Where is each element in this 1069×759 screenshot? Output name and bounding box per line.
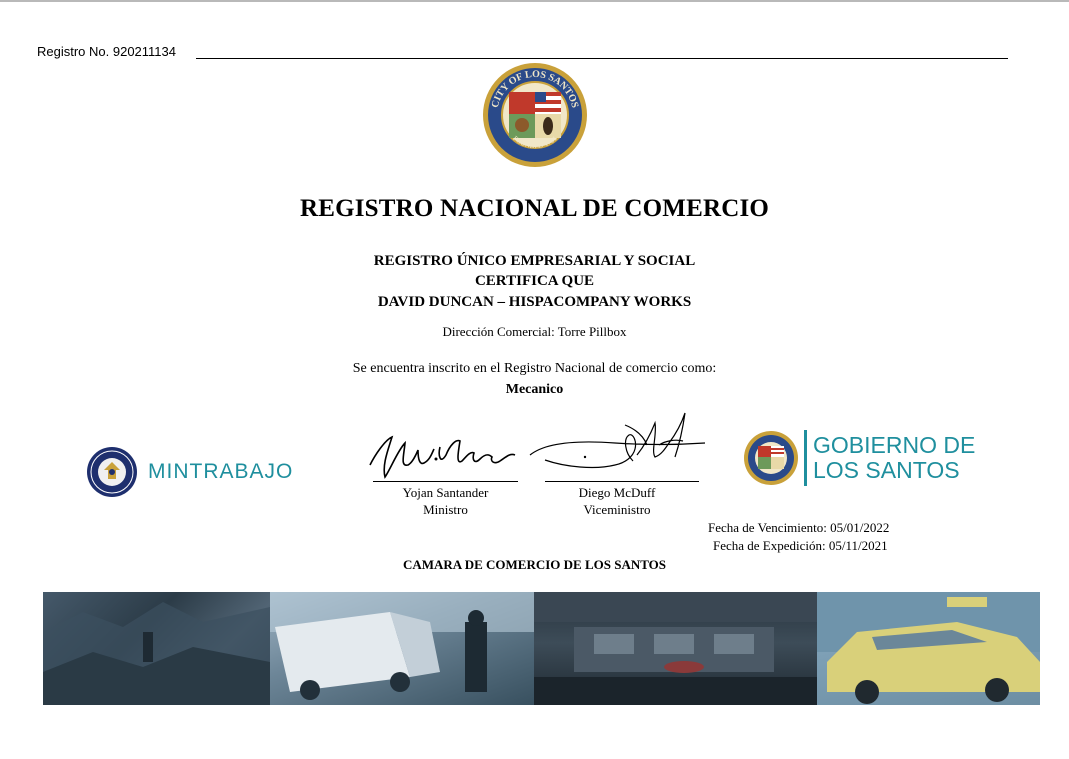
signer-1-name: Yojan Santander — [402, 485, 489, 500]
document-title: REGISTRO NACIONAL DE COMERCIO — [299, 195, 770, 222]
banner-photo-rocky-terrain — [43, 592, 270, 705]
gobierno-seal-icon — [744, 431, 798, 485]
signature-line-2 — [545, 481, 699, 482]
issue-date: Fecha de Expedición: 05/11/2021 — [713, 538, 888, 553]
gobierno-divider — [804, 430, 807, 486]
signer-1-title: Ministro — [423, 502, 468, 517]
ministry-seal-icon — [87, 447, 137, 497]
signer-2-title: Viceministro — [583, 502, 651, 517]
banner-photo-taxi — [817, 592, 1040, 705]
gobierno-text-line1: GOBIERNO DE — [813, 432, 976, 458]
signature-yojan-santander — [369, 435, 516, 479]
issuer-footer: CAMARA DE COMERCIO DE LOS SANTOS — [402, 557, 667, 572]
subtitle-certifica: CERTIFICA QUE — [474, 273, 595, 289]
signature-line-1 — [373, 481, 518, 482]
page-top-border — [0, 0, 1069, 2]
business-activity: Mecanico — [505, 382, 564, 397]
city-seal-logo: CITY OF LOS SANTOS FOUNDED 1781 — [483, 63, 587, 167]
gobierno-logo: GOBIERNO DE LOS SANTOS — [743, 430, 975, 486]
expiry-date: Fecha de Vencimiento: 05/01/2022 — [708, 520, 890, 535]
banner-photo-garage — [534, 592, 817, 705]
banner-photo-armored-truck — [270, 592, 534, 705]
business-address: Dirección Comercial: Torre Pillbox — [442, 324, 627, 339]
signer-2-name: Diego McDuff — [578, 485, 656, 500]
registro-number: Registro No. 920211134 — [37, 44, 177, 59]
mintrabajo-text: MINTRABAJO — [148, 460, 294, 483]
subtitle-registro: REGISTRO ÚNICO EMPRESARIAL Y SOCIAL — [373, 253, 696, 269]
registration-statement: Se encuentra inscrito en el Registro Nac… — [352, 361, 717, 376]
company-name: DAVID DUNCAN – HISPACOMPANY WORKS — [377, 294, 692, 310]
photo-banner — [43, 592, 1040, 705]
gobierno-text-line2: LOS SANTOS — [813, 457, 960, 483]
mintrabajo-logo: MINTRABAJO — [86, 446, 293, 498]
signature-diego-mcduff — [529, 412, 706, 469]
gobierno-text: GOBIERNO DE LOS SANTOS — [813, 433, 975, 483]
registro-underline — [196, 58, 1008, 59]
